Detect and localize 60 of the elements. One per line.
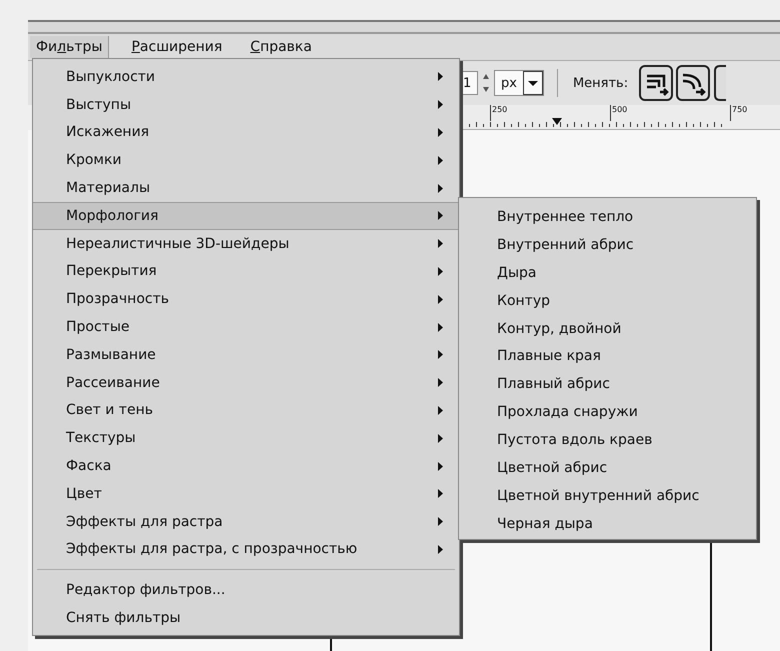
menu-item[interactable]: Фаска <box>33 452 459 480</box>
menu-item[interactable]: Цветной внутренний абрис <box>459 482 756 511</box>
menu-item[interactable]: Черная дыра <box>459 510 756 539</box>
menu-bar-item[interactable]: Справка <box>244 36 318 58</box>
submenu-arrow-icon <box>438 434 443 443</box>
menu-item[interactable]: Контур, двойной <box>459 316 756 344</box>
menu-item[interactable]: Внутреннее тепло <box>459 204 756 232</box>
menu-item[interactable]: Пустота вдоль краев <box>459 427 756 456</box>
menu-item[interactable]: Эффекты для растра <box>33 508 459 536</box>
toolbar-button[interactable] <box>714 65 726 101</box>
menu-item[interactable]: Эффекты для растра, с прозрачностью <box>33 536 459 564</box>
menu-item[interactable]: Простые <box>33 313 459 341</box>
menu-item[interactable]: Внутренний абрис <box>459 232 756 260</box>
submenu-arrow-icon <box>438 211 443 220</box>
menu-item[interactable]: Плавный абрис <box>459 371 756 400</box>
menu-bar-item[interactable]: Фильтры <box>30 36 110 58</box>
unit-dropdown[interactable]: px <box>494 70 544 96</box>
submenu-arrow-icon <box>438 462 443 471</box>
menu-item[interactable]: Цвет <box>33 480 459 508</box>
menu-item[interactable]: Кромки <box>33 146 459 174</box>
menu-item[interactable]: Прохлада снаружи <box>459 399 756 428</box>
menu-item[interactable]: Размывание <box>33 340 459 369</box>
submenu-arrow-icon <box>438 266 443 276</box>
menu-item[interactable]: Нереалистичные 3D-шейдеры <box>33 230 459 258</box>
submenu-arrow-icon <box>438 322 443 332</box>
position-marker-icon <box>552 118 562 125</box>
menu-item[interactable]: Искажения <box>33 118 459 146</box>
submenu-arrow-icon <box>438 239 443 248</box>
submenu-arrow-icon <box>438 406 443 415</box>
menu-item[interactable]: Дыра <box>459 260 756 288</box>
menu-item[interactable]: Морфология <box>33 202 459 230</box>
submenu-arrow-icon <box>438 184 443 193</box>
menu-item[interactable]: Плавные края <box>459 343 756 372</box>
ruler-label: 250 <box>490 105 508 121</box>
submenu-arrow-icon <box>438 156 443 165</box>
submenu-arrow-icon <box>438 489 443 498</box>
submenu-arrow-icon <box>438 378 443 388</box>
ruler-label: 750 <box>730 105 748 121</box>
menu-item[interactable]: Прозрачность <box>33 285 459 314</box>
menu-item[interactable]: Выступы <box>33 90 459 119</box>
ruler-label: 500 <box>610 105 628 121</box>
menu-item[interactable]: Свет и тень <box>33 396 459 424</box>
submenu-arrow-icon <box>438 72 443 82</box>
menu-item[interactable]: Рассеивание <box>33 368 459 397</box>
menu-item[interactable]: Текстуры <box>33 424 459 452</box>
menu-bar-item[interactable]: Расширения <box>125 36 228 58</box>
submenu-arrow-icon <box>438 544 443 554</box>
submenu-arrow-icon <box>438 350 443 360</box>
submenu-arrow-icon <box>438 294 443 304</box>
menu-item[interactable]: Перекрытия <box>33 258 459 286</box>
menu-item[interactable]: Материалы <box>33 174 459 202</box>
menu-item[interactable]: Выпуклости <box>33 63 459 91</box>
menu-item[interactable]: Контур <box>459 288 756 316</box>
menu-item[interactable]: Цветной абрис <box>459 455 756 483</box>
submenu-arrow-icon <box>438 517 443 526</box>
submenu-arrow-icon <box>438 100 443 110</box>
menu-item[interactable]: Снять фильтры <box>33 604 459 632</box>
submenu-arrow-icon <box>438 128 443 137</box>
change-label: Менять: <box>572 76 628 90</box>
menu-item[interactable]: Редактор фильтров... <box>33 576 459 604</box>
